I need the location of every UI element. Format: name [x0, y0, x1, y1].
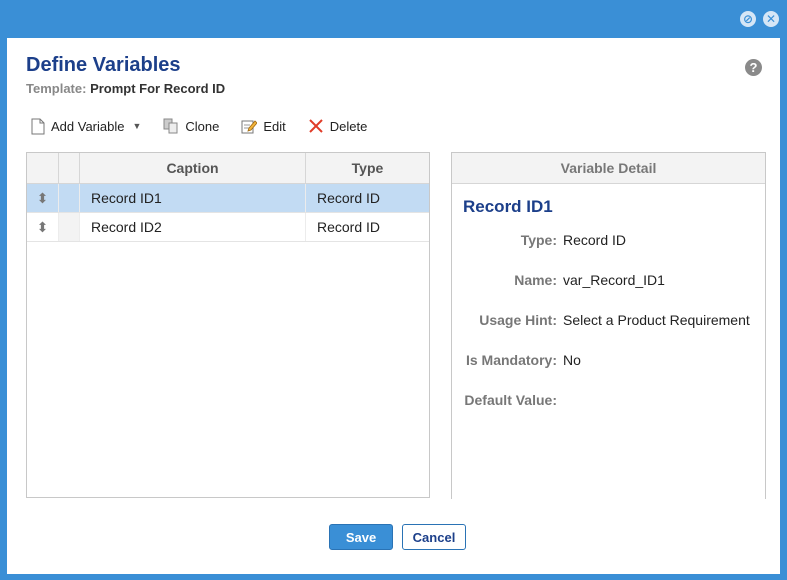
clone-label: Clone: [185, 118, 220, 134]
variable-detail-panel: Variable Detail Record ID1 Type: Record …: [451, 152, 766, 499]
add-variable-label: Add Variable: [51, 118, 125, 134]
cancel-button[interactable]: Cancel: [402, 524, 466, 550]
template-info: Template: Prompt For Record ID: [26, 81, 225, 96]
edit-button[interactable]: Edit: [241, 118, 286, 134]
type-cell: Record ID: [317, 219, 381, 235]
field-value: var_Record_ID1: [563, 272, 665, 288]
page-title: Define Variables: [26, 54, 181, 76]
edit-icon: [241, 118, 258, 134]
detail-title: Record ID1: [463, 197, 553, 216]
row-selector[interactable]: [59, 213, 80, 241]
dialog-window: ⊘ ✕ Define Variables Template: Prompt Fo…: [0, 0, 787, 580]
field-value: Record ID: [563, 232, 627, 248]
table-row[interactable]: ⬍ Record ID2 Record ID: [27, 213, 429, 242]
help-button[interactable]: ?: [745, 59, 762, 76]
minimize-button[interactable]: ⊘: [740, 11, 756, 27]
detail-field-default-value: Default Value:: [452, 392, 765, 408]
caption-cell: Record ID2: [80, 213, 306, 241]
delete-label: Delete: [329, 118, 368, 134]
toolbar: Add Variable ▼ Clone Edit Delete: [31, 116, 389, 136]
detail-field-type: Type: Record ID: [452, 232, 765, 248]
grid-header: Caption Type: [27, 153, 429, 184]
field-label: Type:: [520, 232, 557, 248]
field-label: Name:: [514, 272, 557, 288]
row-selector[interactable]: [59, 184, 80, 212]
type-cell: Record ID: [317, 190, 381, 206]
field-label: Default Value:: [464, 392, 557, 408]
dialog-content: Define Variables Template: Prompt For Re…: [7, 38, 780, 574]
detail-field-usage-hint: Usage Hint: Select a Product Requirement: [452, 312, 765, 328]
delete-x-icon: [308, 118, 324, 134]
help-icon: ?: [749, 60, 758, 75]
minimize-icon: ⊘: [742, 12, 754, 26]
close-button[interactable]: ✕: [763, 11, 779, 27]
field-value: Select a Product Requirement: [563, 312, 750, 328]
close-icon: ✕: [765, 12, 777, 26]
delete-button[interactable]: Delete: [308, 118, 368, 134]
clone-icon: [163, 118, 179, 134]
detail-field-mandatory: Is Mandatory: No: [452, 352, 765, 368]
table-row[interactable]: ⬍ Record ID1 Record ID: [27, 184, 429, 213]
caption-column-header[interactable]: Caption: [80, 153, 306, 183]
type-column-header[interactable]: Type: [306, 153, 429, 183]
edit-label: Edit: [263, 118, 286, 134]
chevron-down-icon: ▼: [132, 121, 142, 131]
select-column-header: [59, 153, 80, 183]
save-button[interactable]: Save: [329, 524, 393, 550]
field-label: Usage Hint:: [479, 312, 557, 328]
clone-button[interactable]: Clone: [163, 118, 219, 134]
caption-cell: Record ID1: [80, 184, 306, 212]
detail-header: Variable Detail: [452, 153, 765, 184]
add-variable-button[interactable]: Add Variable ▼: [31, 118, 141, 135]
detail-field-name: Name: var_Record_ID1: [452, 272, 765, 288]
template-value: Prompt For Record ID: [90, 81, 226, 96]
template-label: Template:: [26, 81, 87, 96]
field-label: Is Mandatory:: [465, 352, 557, 368]
drag-handle-icon[interactable]: ⬍: [27, 213, 59, 241]
field-value: No: [563, 352, 581, 368]
drag-column-header: [27, 153, 59, 183]
drag-handle-icon[interactable]: ⬍: [27, 184, 59, 212]
document-icon: [31, 118, 45, 135]
field-value: [557, 392, 563, 408]
variables-grid: Caption Type ⬍ Record ID1 Record ID ⬍ Re…: [26, 152, 430, 498]
